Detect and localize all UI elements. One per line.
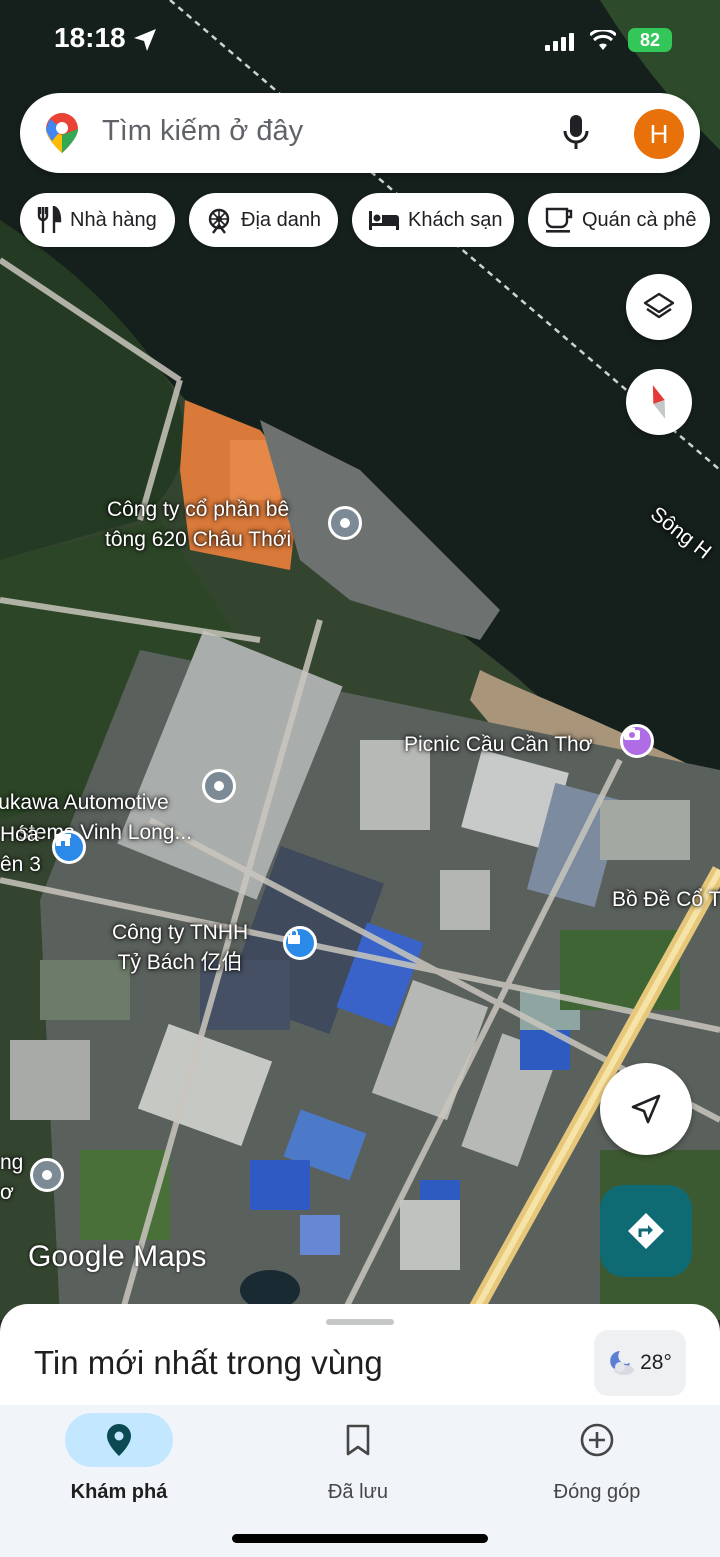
directions-button[interactable] (600, 1185, 692, 1277)
weather-night-cloud-icon (610, 1351, 635, 1375)
layers-button[interactable] (626, 274, 692, 340)
explore-pin-icon (107, 1424, 131, 1456)
microphone-icon[interactable] (562, 113, 590, 153)
chip-restaurants[interactable]: Nhà hàng (20, 193, 175, 247)
my-location-button[interactable] (600, 1063, 692, 1155)
google-maps-logo: Google Maps (28, 1240, 207, 1273)
cafe-icon (545, 207, 573, 233)
chip-hotels[interactable]: Khách sạn (352, 193, 514, 247)
place-pin-icon[interactable] (328, 506, 362, 540)
chip-attractions[interactable]: Địa danh (189, 193, 338, 247)
tnhh-label[interactable]: Công ty TNHH Tỷ Bách 亿伯 (112, 918, 248, 978)
bottom-left-label[interactable]: ng ơ (0, 1148, 23, 1208)
search-input[interactable]: Tìm kiếm ở đây (102, 115, 303, 148)
google-maps-pin-icon (46, 113, 78, 153)
picnic-label[interactable]: Picnic Cầu Cần Thơ (404, 730, 592, 760)
place-pin-icon[interactable] (30, 1158, 64, 1192)
navigation-arrow-icon (631, 1094, 661, 1124)
attraction-icon (208, 208, 230, 234)
status-time: 18:18 (54, 22, 126, 53)
battery-indicator: 82 (628, 28, 672, 52)
sheet-title: Tin mới nhất trong vùng (34, 1344, 383, 1381)
bo-de-label[interactable]: Bồ Đề Cổ T (612, 885, 720, 915)
location-arrow-icon (134, 29, 156, 51)
hotel-icon (369, 211, 399, 230)
shopping-pin-icon[interactable] (283, 926, 317, 960)
home-indicator (232, 1534, 488, 1543)
chip-cafes[interactable]: Quán cà phê (528, 193, 710, 247)
nav-contribute[interactable]: Đóng góp (497, 1413, 697, 1504)
weather-chip[interactable]: 28° (594, 1330, 686, 1396)
sheet-drag-handle[interactable] (326, 1319, 394, 1325)
map-label-concrete-company[interactable]: Công ty cổ phần bê tông 620 Châu Thới (105, 495, 291, 555)
place-pin-icon[interactable] (202, 769, 236, 803)
nav-explore[interactable]: Khám phá (19, 1413, 219, 1504)
concrete-company-label: Công ty cổ phần bê tông 620 Châu Thới (105, 498, 292, 551)
account-avatar[interactable]: H (634, 109, 684, 159)
compass-button[interactable] (626, 369, 692, 435)
camera-pin-icon[interactable] (620, 724, 654, 758)
bookmark-icon (346, 1424, 370, 1456)
cellular-signal-icon (545, 33, 574, 51)
restaurant-icon (37, 206, 62, 233)
layers-icon (643, 292, 675, 319)
bottom-navigation: Khám phá Đã lưu Đóng góp (0, 1405, 720, 1557)
add-circle-icon (580, 1423, 614, 1457)
compass-icon (652, 385, 666, 419)
directions-icon (628, 1213, 664, 1249)
bottom-sheet[interactable]: Tin mới nhất trong vùng 28° (0, 1304, 720, 1414)
wifi-icon (590, 30, 616, 50)
search-bar[interactable]: Tìm kiếm ở đây H (20, 93, 700, 173)
hoa-label[interactable]: Hóa ên 3 (0, 820, 41, 880)
nav-saved[interactable]: Đã lưu (258, 1413, 458, 1504)
store-pin-icon[interactable] (52, 830, 86, 864)
